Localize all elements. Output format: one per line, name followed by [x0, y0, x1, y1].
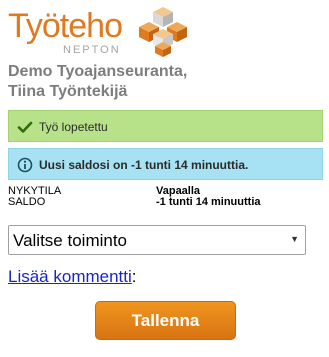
comment-suffix: : — [131, 267, 137, 286]
checkmark-icon — [17, 121, 33, 133]
info-alert: Uusi saldosi on -1 tunti 14 minuuttia. — [8, 148, 323, 180]
info-icon — [17, 157, 33, 173]
comment-row: Lisää kommentti: — [8, 266, 137, 288]
save-button[interactable]: Tallenna — [95, 301, 236, 340]
page-title-line1: Demo Tyoajanseuranta, — [8, 63, 188, 80]
cube-cluster-logo-icon — [139, 7, 187, 57]
page-title: Demo Tyoajanseuranta, Tiina Työntekijä — [8, 62, 320, 102]
success-message: Työ lopetettu — [39, 120, 108, 134]
balance-value: -1 tunti 14 minuuttia — [156, 196, 261, 208]
app-header: Työteho NEPTON — [8, 6, 328, 58]
action-select-value: Valitse toiminto — [13, 231, 128, 250]
logo-text: Työteho — [8, 7, 123, 45]
page-title-line2: Tiina Työntekijä — [8, 83, 128, 100]
success-alert: Työ lopetettu — [8, 110, 323, 142]
status-block: NYKYTILA Vapaalla SALDO -1 tunti 14 minu… — [8, 186, 320, 208]
status-row-balance: SALDO -1 tunti 14 minuuttia — [8, 197, 320, 208]
logo-subtitle: NEPTON — [63, 44, 121, 56]
info-message: Uusi saldosi on -1 tunti 14 minuuttia. — [39, 158, 249, 172]
action-select[interactable]: Valitse toiminto ▼ — [8, 225, 306, 255]
chevron-down-icon: ▼ — [290, 234, 299, 244]
balance-label: SALDO — [8, 196, 46, 208]
add-comment-link[interactable]: Lisää kommentti — [8, 267, 132, 286]
